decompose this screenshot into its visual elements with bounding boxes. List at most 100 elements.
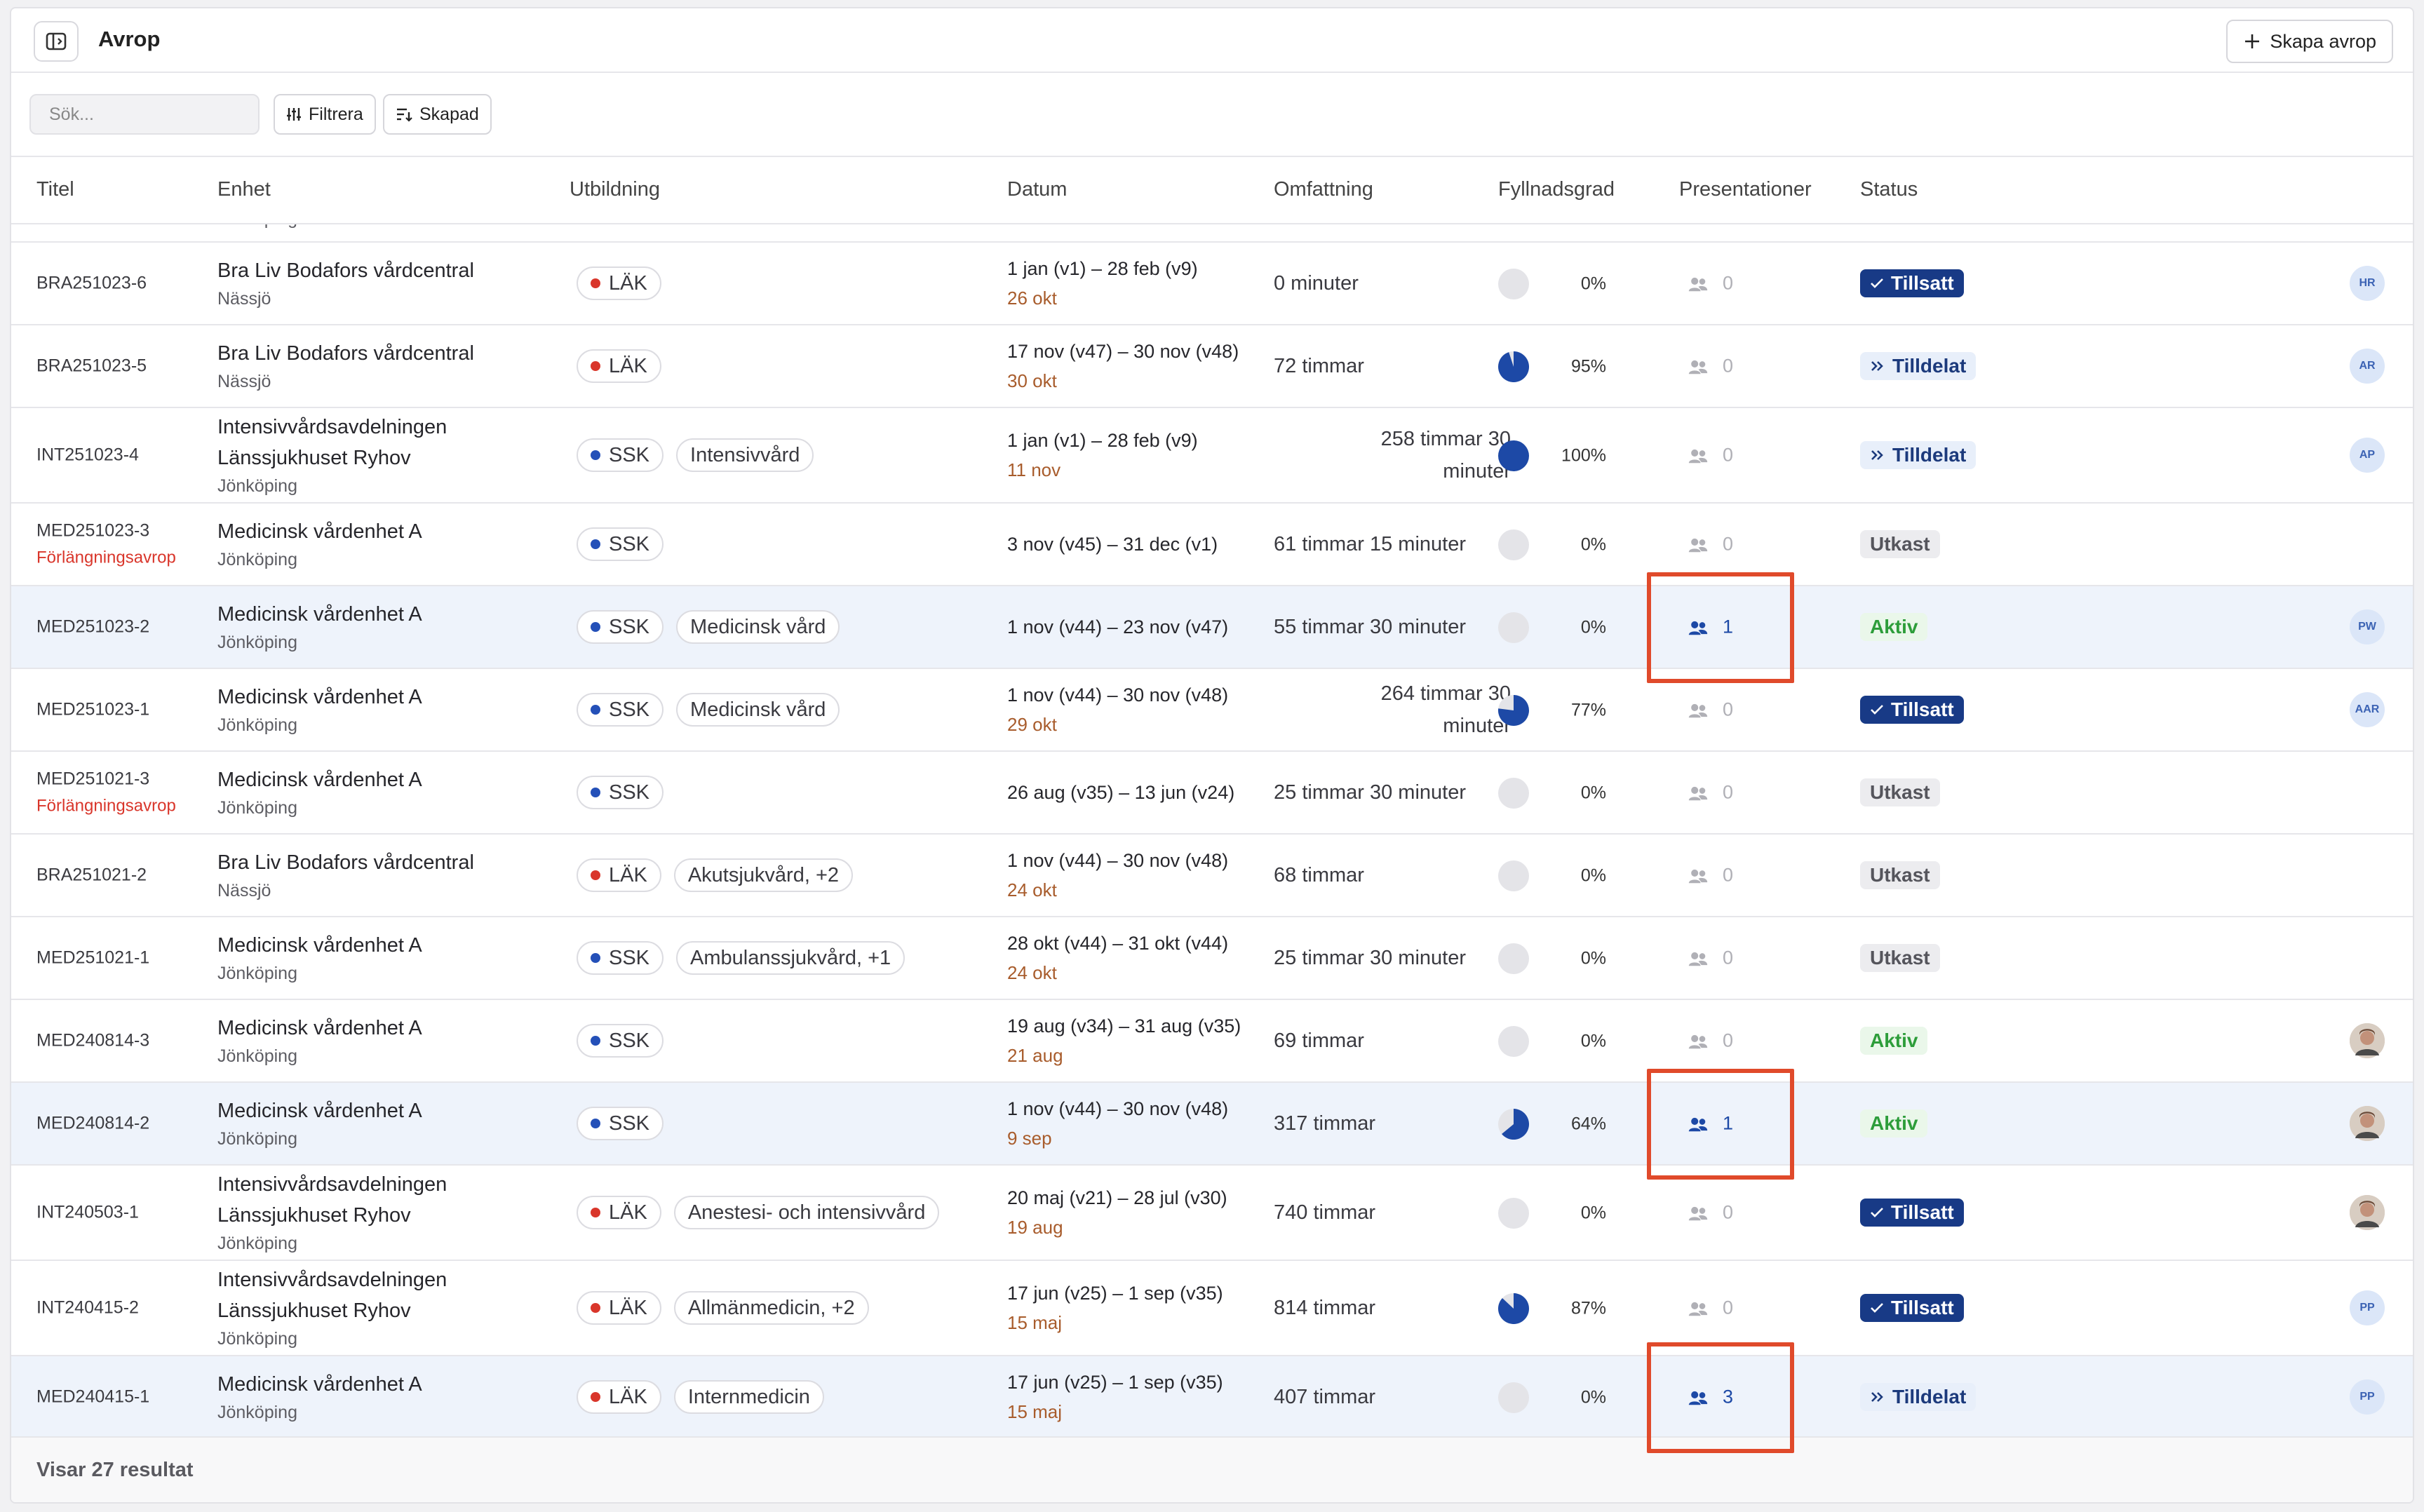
row-status: Aktiv: [1860, 1109, 1928, 1138]
table-row[interactable]: INT251023-4 Intensivvårdsavdelningen Länss…: [11, 408, 2413, 504]
status-label: Utkast: [1870, 947, 1930, 968]
row-presentations[interactable]: 0: [1688, 782, 1733, 804]
education-label: LÄK: [609, 271, 647, 295]
table-row[interactable]: INT240503-1 Intensivvårdsavdelningen Länss…: [11, 1166, 2413, 1261]
toolbar: Filtrera Skapad: [11, 73, 2413, 157]
scope-text: minuter: [1443, 715, 1511, 737]
status-badge: Utkast: [1860, 861, 1940, 889]
table-row[interactable]: MED240814-2 Medicinsk vårdenhet A Jönköpin…: [11, 1069, 2413, 1180]
table-row[interactable]: BRA251021-2 Bra Liv Bodafors vårdcentral N…: [11, 835, 2413, 917]
fill-percent: 0%: [1580, 1203, 1606, 1223]
unit-name: Bra Liv Bodafors vårdcentral: [217, 259, 474, 282]
scope-text: 740 timmar: [1274, 1201, 1376, 1224]
scope-text: 0 minuter: [1274, 272, 1359, 295]
table-row[interactable]: MED251023-3 Förlängningsavrop Medicinsk vå…: [11, 504, 2413, 586]
date-range: 3 nov (v45) – 31 dec (v1): [1007, 534, 1218, 555]
filter-button[interactable]: Filtrera: [274, 94, 376, 135]
date-created: 24 okt: [1007, 879, 1057, 900]
status-label: Tillsatt: [1891, 1297, 1954, 1318]
avatar-initials: PP: [2350, 1379, 2385, 1415]
row-status: Utkast: [1860, 530, 1940, 558]
row-title: MED251021-3 Förlängningsavrop: [36, 769, 176, 816]
table-row[interactable]: INT240415-2 Intensivvårdsavdelningen Länss…: [11, 1261, 2413, 1356]
education-tag: LÄK: [577, 349, 661, 383]
assignee-avatar[interactable]: [2350, 1195, 2385, 1230]
row-presentations[interactable]: 0: [1688, 1202, 1733, 1224]
unit-name: Bra Liv Bodafors vårdcentral: [217, 851, 474, 874]
row-title: MED251021-1: [36, 948, 149, 968]
fill-pie: [1498, 351, 1529, 382]
column-header-omfattning[interactable]: Omfattning: [1274, 178, 1373, 201]
row-status: Tilldelat: [1860, 441, 1977, 469]
table-row[interactable]: MED240814-3 Medicinsk vårdenhet A Jönköpin…: [11, 1000, 2413, 1083]
unit-city: Jönköping: [217, 1403, 297, 1422]
row-status: Aktiv: [1860, 613, 1928, 641]
row-unit: Medicinsk vårdenhet A Jönköping: [217, 599, 422, 655]
unit-name: Medicinsk vårdenhet A: [217, 1100, 422, 1122]
table-row[interactable]: MED251023-1 Medicinsk vårdenhet A Jönköpin…: [11, 669, 2413, 752]
row-fill: 0%: [1498, 917, 1624, 1000]
row-scope: 72 timmar: [1274, 350, 1364, 382]
fill-percent: 0%: [1580, 783, 1606, 803]
scope-text: 317 timmar: [1274, 1112, 1376, 1135]
row-status: Utkast: [1860, 944, 1940, 972]
column-header-utbildning[interactable]: Utbildning: [570, 178, 660, 201]
table-row[interactable]: MED251021-3 Förlängningsavrop Medicinsk vå…: [11, 752, 2413, 835]
status-badge: Tilldelat: [1860, 441, 1977, 469]
status-badge: Aktiv: [1860, 1109, 1928, 1138]
specialty-tag: Medicinsk vård: [676, 693, 840, 727]
row-presentations[interactable]: 0: [1688, 445, 1733, 466]
row-fill: 0%: [1498, 1166, 1624, 1261]
column-header-presentationer[interactable]: Presentationer: [1679, 178, 1812, 201]
unit-name: Medicinsk vårdenhet A: [217, 603, 422, 626]
table-row[interactable]: BRA251023-6 Bra Liv Bodafors vårdcentral N…: [11, 243, 2413, 325]
table-row[interactable]: MED251023-2 Medicinsk vårdenhet A Jönköpin…: [11, 572, 2413, 683]
row-presentations[interactable]: 0: [1688, 356, 1733, 377]
assignee-avatar[interactable]: AP: [2350, 438, 2385, 473]
table-row[interactable]: MED240415-1 Medicinsk vårdenhet A Jönköpin…: [11, 1342, 2413, 1453]
row-date: 17 jun (v25) – 1 sep (v35) 15 maj: [1007, 1368, 1223, 1426]
column-header-enhet[interactable]: Enhet: [217, 178, 271, 201]
assignee-avatar[interactable]: PW: [2350, 609, 2385, 644]
row-date: 20 maj (v21) – 28 jul (v30) 19 aug: [1007, 1183, 1227, 1242]
highlight-box: [1647, 1069, 1794, 1180]
filter-label: Filtrera: [309, 104, 363, 124]
specialty-tag: Intensivvård: [676, 438, 814, 472]
assignee-avatar[interactable]: PP: [2350, 1379, 2385, 1415]
people-icon: [1688, 360, 1708, 374]
row-presentations[interactable]: 0: [1688, 1297, 1733, 1319]
create-avrop-button[interactable]: Skapa avrop: [2226, 20, 2393, 63]
column-header-fyllnadsgrad[interactable]: Fyllnadsgrad: [1498, 178, 1615, 201]
assignee-avatar[interactable]: [2350, 1023, 2385, 1058]
unit-city: Jönköping: [217, 1046, 297, 1066]
row-id: MED240814-3: [36, 1030, 150, 1051]
people-icon: [1688, 952, 1708, 966]
avatar-initials: HR: [2350, 266, 2385, 301]
table-row[interactable]: MED251021-1 Medicinsk vårdenhet A Jönköpin…: [11, 917, 2413, 1000]
table-row[interactable]: BRA251023-5 Bra Liv Bodafors vårdcentral N…: [11, 325, 2413, 408]
row-scope: 68 timmar: [1274, 859, 1364, 891]
row-presentations[interactable]: 0: [1688, 273, 1733, 295]
assignee-avatar[interactable]: AAR: [2350, 692, 2385, 727]
presentation-count: 0: [1723, 698, 1734, 720]
row-unit: Medicinsk vårdenhet A Jönköping: [217, 1013, 422, 1069]
sort-button[interactable]: Skapad: [383, 94, 492, 135]
column-header-datum[interactable]: Datum: [1007, 178, 1067, 201]
assignee-avatar[interactable]: AR: [2350, 349, 2385, 384]
education-dot: [591, 953, 600, 963]
row-presentations[interactable]: 0: [1688, 865, 1733, 886]
row-education: LÄK: [577, 266, 661, 300]
row-presentations[interactable]: 0: [1688, 947, 1733, 969]
column-header-status[interactable]: Status: [1860, 178, 1918, 201]
assignee-avatar[interactable]: [2350, 1106, 2385, 1141]
assignee-avatar[interactable]: HR: [2350, 266, 2385, 301]
row-presentations[interactable]: 0: [1688, 699, 1733, 721]
row-presentations[interactable]: 0: [1688, 1030, 1733, 1052]
search-input[interactable]: [29, 94, 260, 135]
row-scope: 264 timmar 30 minuter: [1381, 677, 1511, 742]
row-presentations[interactable]: 0: [1688, 534, 1733, 555]
assignee-avatar[interactable]: PP: [2350, 1290, 2385, 1325]
status-badge: Tillsatt: [1860, 269, 1964, 297]
column-header-titel[interactable]: Titel: [36, 178, 74, 201]
sidebar-toggle-button[interactable]: [34, 21, 79, 62]
